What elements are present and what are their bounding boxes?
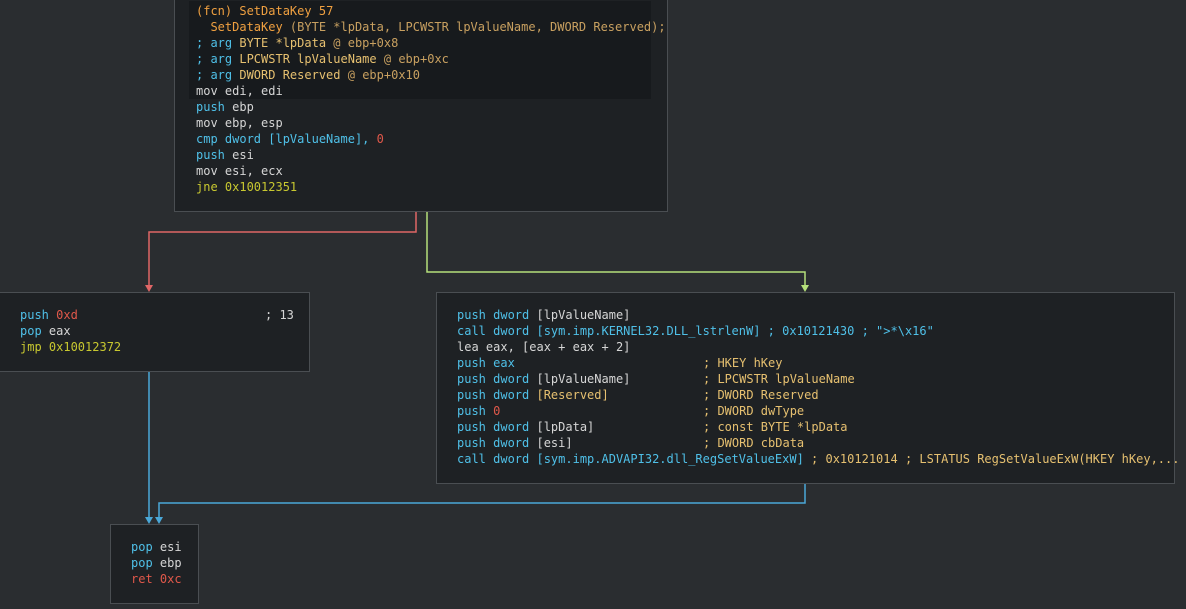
node-right[interactable]: push dword [lpValueName] call dword [sym… — [436, 292, 1179, 484]
edge-false-arrow — [145, 285, 153, 292]
arg-line: ; arg DWORD Reserved @ ebp+0x10 — [196, 68, 420, 82]
edge-left-to-exit-arrow — [145, 517, 153, 524]
asm-line[interactable]: push dword [Reserved] — [457, 387, 609, 403]
asm-line[interactable]: call dword [sym.imp.ADVAPI32.dll_RegSetV… — [457, 451, 1179, 467]
edge-true — [426, 210, 806, 288]
asm-line[interactable]: push eax — [457, 355, 515, 371]
edge-false — [148, 210, 417, 288]
asm-line[interactable]: push dword [lpValueName] — [457, 371, 630, 387]
asm-line[interactable]: jne 0x10012351 — [196, 179, 297, 195]
fcn-header: (fcn) SetDataKey 57 — [196, 4, 334, 18]
asm-comment: ; LPCWSTR lpValueName — [703, 372, 855, 386]
fcn-signature: SetDataKey (BYTE *lpData, LPCWSTR lpValu… — [210, 20, 666, 34]
asm-line[interactable]: push 0xd — [20, 307, 78, 323]
edge-true-arrow — [801, 285, 809, 292]
asm-line[interactable]: call dword [sym.imp.KERNEL32.DLL_lstrlen… — [457, 323, 934, 339]
asm-line[interactable]: push dword [lpValueName] — [457, 307, 630, 323]
arg-line: ; arg BYTE *lpData @ ebp+0x8 — [196, 36, 399, 50]
asm-line[interactable]: pop ebp — [131, 555, 182, 571]
asm-comment: ; const BYTE *lpData — [703, 420, 848, 434]
asm-line[interactable]: cmp dword [lpValueName], 0 — [196, 131, 384, 147]
asm-line[interactable]: pop esi — [131, 539, 182, 555]
asm-line[interactable]: pop eax — [20, 323, 71, 339]
asm-line[interactable]: mov ebp, esp — [196, 115, 283, 131]
asm-comment: ; 13 — [265, 308, 294, 322]
edge-right-to-exit-arrow — [155, 517, 163, 524]
asm-line[interactable]: push esi — [196, 147, 254, 163]
asm-line[interactable]: push dword [lpData] — [457, 419, 594, 435]
asm-line[interactable]: mov esi, ecx — [196, 163, 283, 179]
asm-line[interactable]: ret 0xc — [131, 571, 182, 587]
asm-comment: ; DWORD cbData — [703, 436, 805, 450]
node-entry[interactable]: (fcn) SetDataKey 57 SetDataKey (BYTE *lp… — [174, 0, 668, 212]
asm-line[interactable]: lea eax, [eax + eax + 2] — [457, 339, 630, 355]
asm-line[interactable]: mov edi, edi — [196, 83, 283, 99]
asm-line[interactable]: push dword [esi] — [457, 435, 573, 451]
asm-line[interactable]: push ebp — [196, 99, 254, 115]
asm-comment: ; HKEY hKey — [703, 356, 783, 370]
edge-right-to-exit — [158, 484, 806, 520]
asm-line[interactable]: jmp 0x10012372 — [20, 339, 121, 355]
arg-line: ; arg LPCWSTR lpValueName @ ebp+0xc — [196, 52, 449, 66]
asm-line[interactable]: push 0 — [457, 403, 500, 419]
node-left[interactable]: push 0xd ; 13 pop eax jmp 0x10012372 — [0, 292, 310, 372]
node-exit[interactable]: pop esi pop ebp ret 0xc — [110, 524, 199, 604]
asm-comment: ; DWORD dwType — [703, 404, 805, 418]
asm-comment: ; DWORD Reserved — [703, 388, 819, 402]
